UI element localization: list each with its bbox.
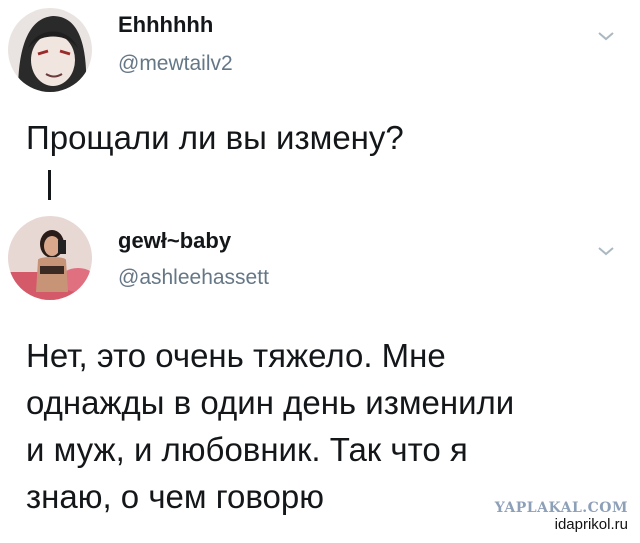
avatar-image [8, 216, 92, 300]
watermark-source: idaprikol.ru [554, 516, 628, 533]
display-name[interactable]: gewł~baby [118, 228, 231, 254]
tweet-2: gewł~baby @ashleehassett Нет, это очень … [0, 0, 640, 543]
watermark-site: YAPLAKAL.COM [494, 500, 628, 516]
watermark: YAPLAKAL.COM idaprikol.ru [495, 500, 628, 533]
avatar[interactable] [8, 216, 92, 300]
chevron-down-icon[interactable] [597, 245, 615, 257]
tweet-text: Нет, это очень тяжело. Мне однажды в оди… [26, 337, 515, 515]
handle[interactable]: @ashleehassett [118, 266, 269, 290]
